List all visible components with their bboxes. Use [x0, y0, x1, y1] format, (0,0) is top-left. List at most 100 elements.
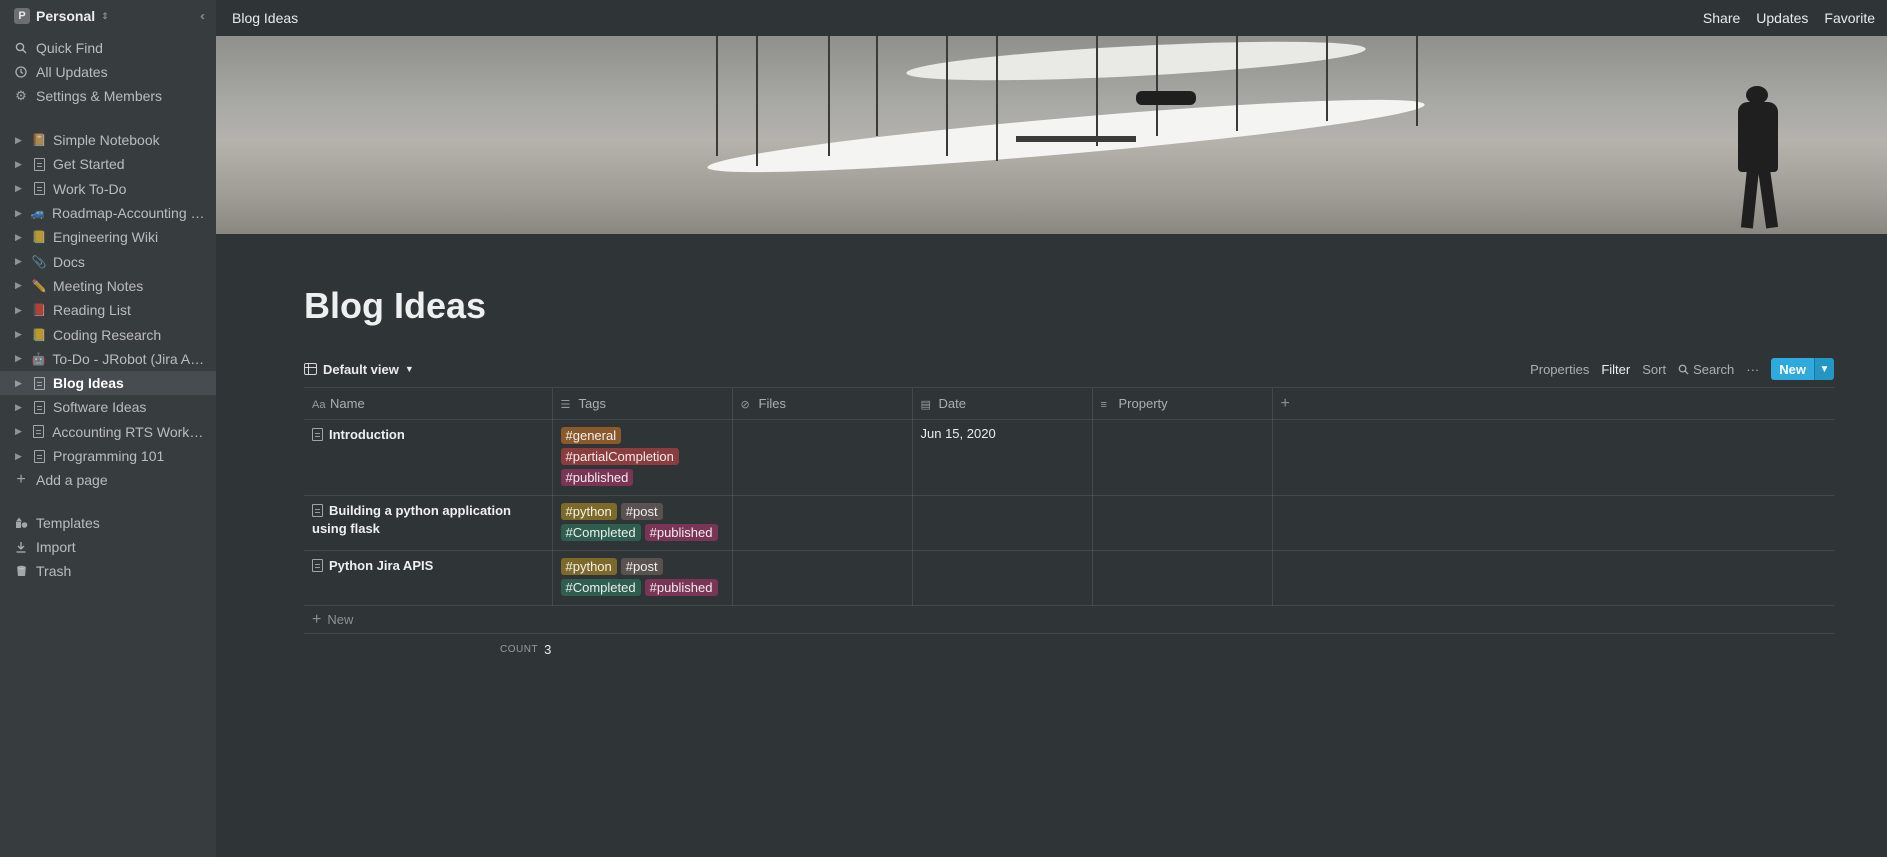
import-icon	[14, 540, 28, 554]
nav-all-updates[interactable]: All Updates	[0, 60, 216, 84]
cell-files[interactable]	[732, 419, 913, 496]
cell-name[interactable]: Building a python application using flas…	[304, 495, 553, 551]
expand-triangle-icon[interactable]: ▶	[15, 378, 25, 389]
nav-settings[interactable]: ⚙ Settings & Members	[0, 84, 216, 108]
sidebar-page-accounting-rts[interactable]: ▶ Accounting RTS Work T...	[0, 420, 216, 444]
expand-triangle-icon[interactable]: ▶	[15, 426, 25, 437]
cell-tags[interactable]: #python #post #Completed #published	[552, 495, 733, 551]
new-dropdown-chevron-icon[interactable]: ▼	[1814, 358, 1834, 380]
sidebar-page-label: Engineering Wiki	[53, 229, 159, 246]
cell-tags[interactable]: #general #partialCompletion #published	[552, 419, 733, 496]
nav-trash[interactable]: Trash	[0, 559, 216, 583]
collapse-sidebar-icon[interactable]: ‹‹	[200, 9, 205, 23]
table-row[interactable]: Building a python application using flas…	[304, 495, 1834, 551]
cell-files[interactable]	[732, 550, 913, 606]
expand-triangle-icon[interactable]: ▶	[15, 329, 25, 340]
page-icon	[31, 181, 47, 197]
sidebar: P Personal ⇕ ‹‹ Quick Find All Updates ⚙…	[0, 0, 216, 857]
sidebar-page-label: Get Started	[53, 156, 125, 173]
view-selector[interactable]: Default view ▼	[304, 362, 414, 377]
add-page-button[interactable]: + Add a page	[0, 468, 216, 492]
sidebar-page-label: Reading List	[53, 302, 131, 319]
cell-property[interactable]	[1092, 495, 1273, 551]
expand-triangle-icon[interactable]: ▶	[15, 232, 25, 243]
nav-import[interactable]: Import	[0, 535, 216, 559]
new-button[interactable]: New	[1771, 358, 1814, 380]
plus-icon: +	[1280, 394, 1290, 412]
add-row-button[interactable]: + New	[304, 606, 1834, 634]
nav-label: Settings & Members	[36, 88, 163, 104]
table-row[interactable]: Python Jira APIS #python #post #Completed…	[304, 550, 1834, 606]
sidebar-page-blog-ideas[interactable]: ▶ Blog Ideas	[0, 370, 216, 396]
workspace-switcher[interactable]: P Personal ⇕	[0, 0, 216, 32]
filter-button[interactable]: Filter	[1601, 362, 1630, 377]
sidebar-page-coding-research[interactable]: ▶ 📒 Coding Research	[0, 322, 216, 346]
text-icon: Aa	[312, 399, 326, 411]
sidebar-page-roadmap[interactable]: ▶ 🚙 Roadmap-Accounting R...	[0, 201, 216, 225]
sidebar-page-label: Programming 101	[53, 448, 165, 464]
cell-property[interactable]	[1092, 550, 1273, 606]
properties-button[interactable]: Properties	[1530, 362, 1589, 377]
column-header-property[interactable]: ≡ Property	[1092, 387, 1273, 420]
table-header-row: Aa Name ☰ Tags ⊘ Files ▤ Date ≡ Property +	[304, 387, 1834, 420]
expand-triangle-icon[interactable]: ▶	[15, 135, 25, 146]
robot-icon: 🤖	[31, 351, 47, 366]
updates-button[interactable]: Updates	[1756, 10, 1808, 26]
sort-button[interactable]: Sort	[1642, 362, 1666, 377]
cell-name[interactable]: Introduction	[304, 419, 553, 496]
expand-triangle-icon[interactable]: ▶	[15, 305, 25, 316]
share-button[interactable]: Share	[1703, 10, 1740, 26]
cell-date[interactable]: Jun 15, 2020	[912, 419, 1093, 496]
paperclip-icon: ⊘	[740, 399, 750, 411]
sidebar-page-label: To-Do - JRobot (Jira Au...	[52, 350, 206, 367]
nav-label: Templates	[36, 515, 100, 532]
expand-triangle-icon[interactable]: ▶	[15, 451, 25, 462]
sidebar-page-todo-jrobot[interactable]: ▶ 🤖 To-Do - JRobot (Jira Au...	[0, 347, 216, 371]
sidebar-page-docs[interactable]: ▶ 📎 Docs	[0, 249, 216, 273]
column-header-date[interactable]: ▤ Date	[912, 387, 1093, 420]
sidebar-page-programming-101[interactable]: ▶ Programming 101	[0, 444, 216, 468]
expand-triangle-icon[interactable]: ▶	[15, 280, 25, 291]
cell-files[interactable]	[732, 495, 913, 551]
cell-tags[interactable]: #python #post #Completed #published	[552, 550, 733, 606]
expand-triangle-icon[interactable]: ▶	[15, 159, 25, 170]
tag: #python	[560, 503, 617, 520]
page-title[interactable]: Blog Ideas	[304, 284, 1834, 328]
column-header-files[interactable]: ⊘ Files	[732, 387, 913, 420]
table-row[interactable]: Introduction #general #partialCompletion…	[304, 419, 1834, 496]
sidebar-page-reading-list[interactable]: ▶ 📕 Reading List	[0, 298, 216, 322]
page-icon	[312, 559, 323, 572]
sidebar-page-label: Accounting RTS Work T...	[52, 423, 206, 440]
cell-date[interactable]	[912, 550, 1093, 606]
cell-property[interactable]	[1092, 419, 1273, 496]
add-column-button[interactable]: +	[1272, 387, 1834, 420]
count-summary[interactable]: COUNT 3	[304, 634, 1834, 664]
count-label: COUNT	[500, 643, 539, 655]
tag: #python	[560, 558, 617, 575]
nav-quick-find[interactable]: Quick Find	[0, 36, 216, 60]
cover-image[interactable]	[216, 36, 1887, 234]
column-header-name[interactable]: Aa Name	[304, 387, 553, 420]
cell-name[interactable]: Python Jira APIS	[304, 550, 553, 606]
expand-triangle-icon[interactable]: ▶	[15, 208, 25, 219]
search-button[interactable]: Search	[1678, 362, 1734, 377]
car-icon: 🚙	[30, 206, 46, 221]
pencil-icon: ✏️	[31, 278, 47, 293]
expand-triangle-icon[interactable]: ▶	[15, 402, 25, 413]
expand-triangle-icon[interactable]: ▶	[15, 256, 25, 267]
nav-templates[interactable]: Templates	[0, 511, 216, 535]
cell-date[interactable]	[912, 495, 1093, 551]
favorite-button[interactable]: Favorite	[1824, 10, 1875, 26]
expand-triangle-icon[interactable]: ▶	[15, 183, 25, 194]
sidebar-page-get-started[interactable]: ▶ Get Started	[0, 152, 216, 176]
more-options-icon[interactable]: ···	[1746, 362, 1759, 377]
sidebar-page-engineering-wiki[interactable]: ▶ 📒 Engineering Wiki	[0, 225, 216, 249]
sidebar-page-work-todo[interactable]: ▶ Work To-Do	[0, 177, 216, 201]
add-page-label: Add a page	[36, 472, 108, 489]
sidebar-page-software-ideas[interactable]: ▶ Software Ideas	[0, 395, 216, 419]
sidebar-page-meeting-notes[interactable]: ▶ ✏️ Meeting Notes	[0, 274, 216, 298]
breadcrumb[interactable]: Blog Ideas	[232, 10, 298, 26]
sidebar-page-simple-notebook[interactable]: ▶ 📔 Simple Notebook	[0, 128, 216, 152]
column-header-tags[interactable]: ☰ Tags	[552, 387, 733, 420]
expand-triangle-icon[interactable]: ▶	[15, 353, 25, 364]
